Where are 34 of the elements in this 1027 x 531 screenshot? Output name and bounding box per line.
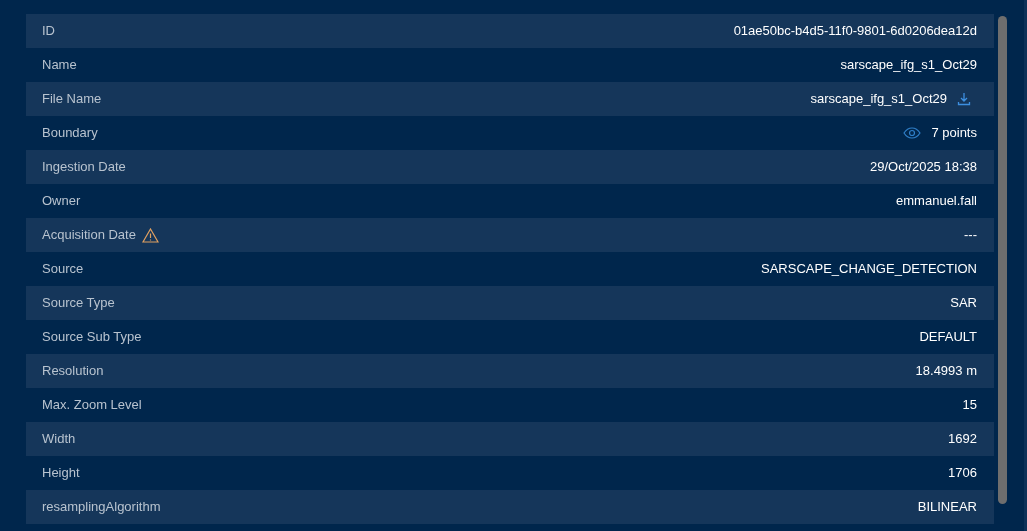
field-label: Source [42,260,84,279]
field-value: DEFAULT [919,328,977,347]
field-value: 29/Oct/2025 18:38 [870,158,977,177]
eye-icon[interactable] [903,127,922,139]
field-value: 1692 [948,430,977,449]
field-value: --- [964,226,977,245]
field-value: 1706 [948,464,977,483]
field-label: Source Type [42,294,115,313]
field-value: sarscape_ifg_s1_Oct29 [810,90,947,109]
field-label: Ingestion Date [42,158,126,177]
field-value: 7 points [931,124,977,143]
field-label: resamplingAlgorithm [42,498,161,517]
field-label: Height [42,464,80,483]
scrollbar[interactable] [998,16,1007,504]
field-value: 18.4993 m [915,362,977,381]
warning-icon [141,227,159,243]
field-label: Name [42,56,77,75]
field-label: Max. Zoom Level [42,396,142,415]
field-value: 01ae50bc-b4d5-11f0-9801-6d0206dea12d [733,22,977,41]
field-value: sarscape_ifg_s1_Oct29 [840,56,977,75]
field-label: File Name [42,90,102,109]
field-label: ID [42,22,55,41]
field-value: 15 [962,396,977,415]
field-value: SAR [950,294,977,313]
field-label: Width [42,430,76,449]
download-icon[interactable] [957,92,971,106]
field-label: Boundary [42,124,98,143]
field-label: Owner [42,192,81,211]
field-value: SARSCAPE_CHANGE_DETECTION [761,260,977,279]
field-value: BILINEAR [917,498,977,517]
field-value: emmanuel.fall [896,192,977,211]
field-label: Acquisition Date [42,226,136,245]
field-label: Source Sub Type [42,328,142,347]
field-label: Resolution [42,362,104,381]
